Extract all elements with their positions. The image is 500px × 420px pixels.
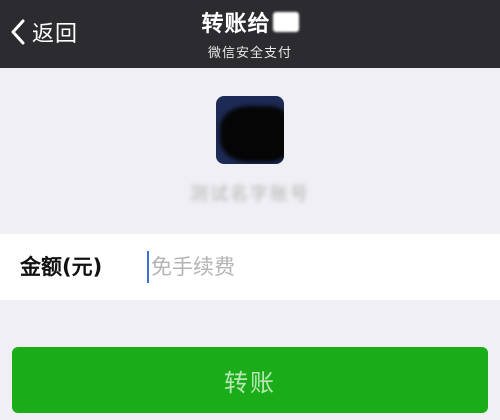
title-block: 转账给 微信安全支付 (0, 6, 500, 61)
page-subtitle: 微信安全支付 (207, 46, 292, 61)
amount-label: 金额(元) (20, 255, 103, 279)
top-bar: 返回 转账给 微信安全支付 (0, 0, 500, 68)
recipient-name: 测试名字账号 (190, 184, 310, 205)
redacted-name (272, 12, 299, 32)
avatar-redaction (220, 106, 284, 162)
amount-input[interactable] (145, 247, 481, 287)
amount-row: 金额(元) (0, 234, 500, 300)
page-title: 转账给 (201, 6, 299, 38)
page-title-text: 转账给 (201, 12, 271, 37)
recipient-avatar (216, 96, 284, 164)
transfer-button[interactable]: 转账 (12, 347, 488, 413)
